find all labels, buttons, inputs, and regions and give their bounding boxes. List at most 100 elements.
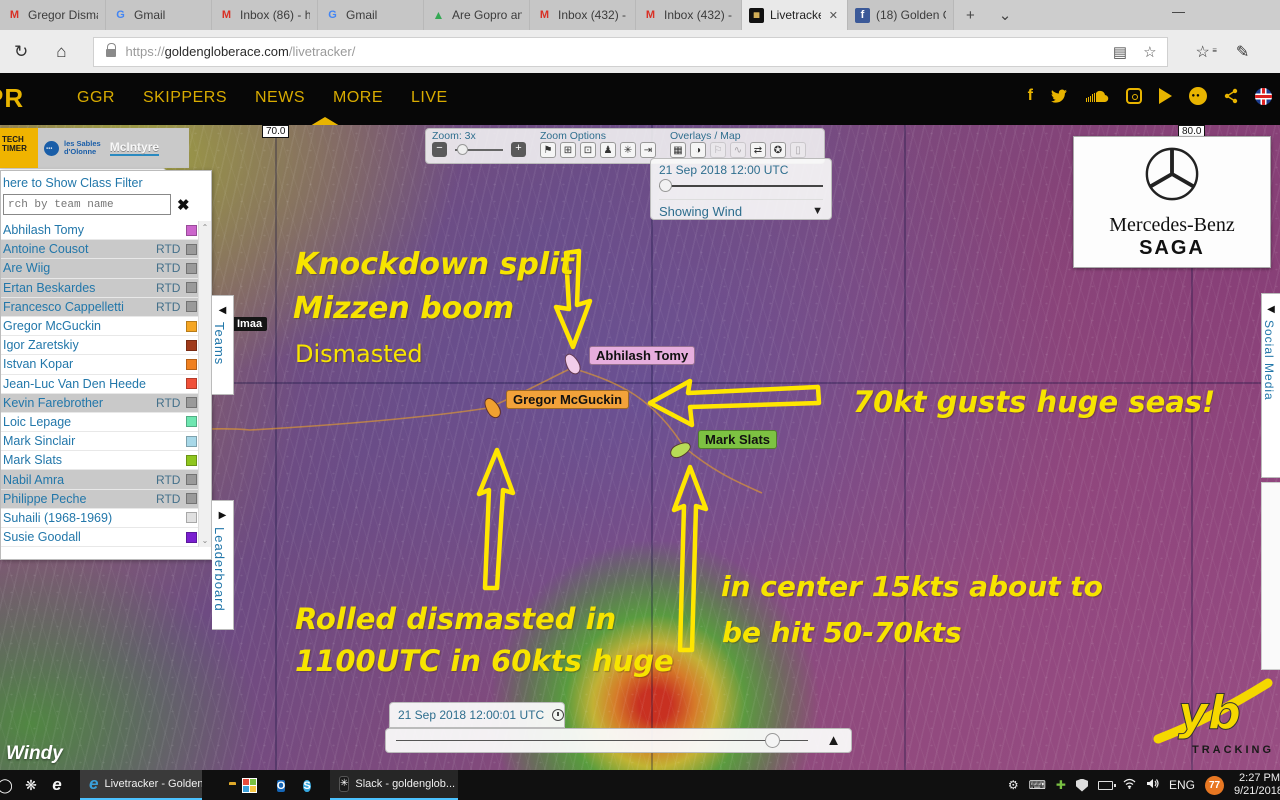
overlay-mode-dropdown-icon[interactable]: ▼ (812, 205, 823, 217)
leaderboard-side-tab[interactable]: ▶ Leaderboard (212, 500, 234, 630)
skipper-row-jean-luc-van-den-heede[interactable]: Jean-Luc Van Den Heede (1, 375, 211, 394)
skipper-color-chip[interactable] (186, 512, 197, 523)
skipper-color-chip[interactable] (186, 416, 197, 427)
uk-flag-icon[interactable] (1255, 88, 1272, 105)
battery-icon[interactable] (1098, 781, 1113, 790)
wifi-icon[interactable] (1123, 778, 1136, 792)
partial-boat-label[interactable]: Imaa (232, 317, 267, 331)
scroll-down-icon[interactable]: ⌄ (202, 536, 209, 545)
zoom-out-button[interactable]: − (432, 142, 447, 157)
skipper-row-loic-lepage[interactable]: Loic Lepage (1, 413, 211, 432)
skipper-color-chip[interactable] (186, 282, 197, 293)
group-icon[interactable]: ♟ (600, 142, 616, 158)
settings-gear-icon[interactable]: ⚙ (1008, 778, 1019, 792)
notification-badge[interactable]: 77 (1205, 776, 1224, 795)
sidebar-scrollbar[interactable]: ⌃ ⌄ (198, 221, 211, 547)
pin-icon[interactable]: ⚐ (710, 142, 726, 158)
skipper-row-ertan-beskardes[interactable]: Ertan BeskardesRTD (1, 279, 211, 298)
skipper-row-igor-zaretskiy[interactable]: Igor Zaretskiy (1, 336, 211, 355)
skipper-color-chip[interactable] (186, 436, 197, 447)
boat-label-abhilash-tomy[interactable]: Abhilash Tomy (589, 346, 695, 365)
share-social-icon[interactable] (1224, 88, 1238, 104)
skipper-color-chip[interactable] (186, 474, 197, 485)
zoom-in-button[interactable]: + (511, 142, 526, 157)
skipper-color-chip[interactable] (186, 321, 197, 332)
close-sidebar-icon[interactable]: ✖ (177, 196, 190, 214)
taskbar-task-livetracker[interactable]: e Livetracker - Golden... (80, 770, 202, 800)
tab-inbox-432-b[interactable]: MInbox (432) - don (636, 0, 742, 30)
language-indicator[interactable]: ENG (1169, 778, 1195, 792)
hub-favorites-icon[interactable]: ☆≡ (1196, 42, 1210, 62)
pinwheel-icon[interactable]: ❋ (18, 777, 44, 794)
facebook-social-icon[interactable]: f (1028, 87, 1033, 105)
page-icon[interactable]: ▯ (790, 142, 806, 158)
tab-drive-doc[interactable]: ▲Are Gopro and Su (424, 0, 530, 30)
skipper-color-chip[interactable] (186, 340, 197, 351)
globe-icon[interactable]: ✪ (770, 142, 786, 158)
favorite-star-icon[interactable]: ☆ (1143, 43, 1156, 61)
cortana-icon[interactable]: ◯ (0, 777, 18, 794)
nav-item-news[interactable]: NEWS (255, 89, 305, 107)
edge-legacy-icon[interactable]: e (44, 775, 70, 795)
nav-item-more[interactable]: MORE (333, 89, 383, 107)
skipper-color-chip[interactable] (186, 263, 197, 274)
skipper-row-philippe-peche[interactable]: Philippe PecheRTD (1, 490, 211, 509)
dot-box-icon[interactable]: ⊡ (580, 142, 596, 158)
boat-label-mark-slats[interactable]: Mark Slats (698, 430, 777, 449)
tab-gmail-1[interactable]: GGmail (106, 0, 212, 30)
flickr-social-icon[interactable] (1189, 87, 1207, 105)
zoom-in-box-icon[interactable]: ⊞ (560, 142, 576, 158)
class-filter-link[interactable]: here to Show Class Filter (1, 171, 211, 194)
skipper-row-susie-goodall[interactable]: Susie Goodall (1, 528, 211, 547)
youtube-play-social-icon[interactable] (1159, 88, 1172, 104)
web-notes-pen-icon[interactable]: ✎ (1236, 42, 1249, 62)
new-tab-button[interactable]: + (954, 7, 987, 24)
zoom-slider[interactable] (455, 149, 503, 151)
expand-leaderboard-icon[interactable]: ▶ (219, 510, 227, 521)
skipper-color-chip[interactable] (186, 532, 197, 543)
flag-icon[interactable]: ⚑ (540, 142, 556, 158)
clock-icon[interactable] (552, 709, 564, 721)
tab-facebook[interactable]: f(18) Golden Glob (848, 0, 954, 30)
url-field[interactable]: https://goldengloberace.com/livetracker/… (93, 37, 1168, 67)
skipper-row-francesco-cappelletti[interactable]: Francesco CappellettiRTD (1, 298, 211, 317)
tab-gregor-dismasted[interactable]: MGregor Dismasted (0, 0, 106, 30)
boat-label-gregor-mcguckin[interactable]: Gregor McGuckin (506, 390, 629, 409)
skipper-row-are-wiig[interactable]: Are WiigRTD (1, 259, 211, 278)
antivirus-icon[interactable]: ✚ (1056, 778, 1066, 792)
tab-list-button[interactable]: ⌄ (987, 6, 1024, 24)
skipper-row-gregor-mcguckin[interactable]: Gregor McGuckin (1, 317, 211, 336)
zoom-slider-knob[interactable] (457, 144, 468, 155)
soundcloud-social-icon[interactable] (1085, 89, 1109, 103)
timeline-knob[interactable] (765, 733, 780, 748)
ggr-logo-fragment[interactable]: PR (0, 83, 24, 114)
scroll-up-icon[interactable]: ⌃ (202, 223, 209, 232)
grid-icon[interactable]: ▦ (670, 142, 686, 158)
game-controller-icon[interactable]: ⌨ (1029, 778, 1046, 792)
tab-close-icon[interactable]: ✕ (827, 9, 840, 22)
taskbar-clock[interactable]: 2:27 PM 9/21/2018 (1234, 772, 1280, 798)
tab-gmail-2[interactable]: GGmail (318, 0, 424, 30)
twitter-social-icon[interactable] (1050, 89, 1068, 104)
expand-icon[interactable]: ✳ (620, 142, 636, 158)
shuffle-icon[interactable]: ⇄ (750, 142, 766, 158)
skipper-color-chip[interactable] (186, 225, 197, 236)
volume-icon[interactable] (1146, 778, 1159, 792)
ruler-icon[interactable]: ∿ (730, 142, 746, 158)
contrast-icon[interactable]: ◑ (690, 142, 706, 158)
skipper-row-suhaili[interactable]: Suhaili (1968-1969) (1, 509, 211, 528)
defender-shield-icon[interactable] (1076, 779, 1088, 792)
teams-side-tab[interactable]: ◀ Teams (212, 295, 234, 395)
time-slider-knob[interactable] (659, 179, 672, 192)
nav-item-ggr[interactable]: GGR (77, 89, 115, 107)
skipper-row-mark-slats[interactable]: Mark Slats (1, 451, 211, 470)
tab-livetracker-active[interactable]: ▦Livetracker - ✕ (742, 0, 848, 30)
timeline-track[interactable] (396, 740, 808, 742)
skipper-color-chip[interactable] (186, 244, 197, 255)
nav-item-live[interactable]: LIVE (411, 89, 448, 107)
nav-item-skippers[interactable]: SKIPPERS (143, 89, 227, 107)
skype-icon[interactable]: S (294, 776, 320, 794)
enter-icon[interactable]: ⇥ (640, 142, 656, 158)
window-minimize-button[interactable]: — (1172, 4, 1185, 19)
collapse-left-icon[interactable]: ◀ (1267, 304, 1275, 315)
